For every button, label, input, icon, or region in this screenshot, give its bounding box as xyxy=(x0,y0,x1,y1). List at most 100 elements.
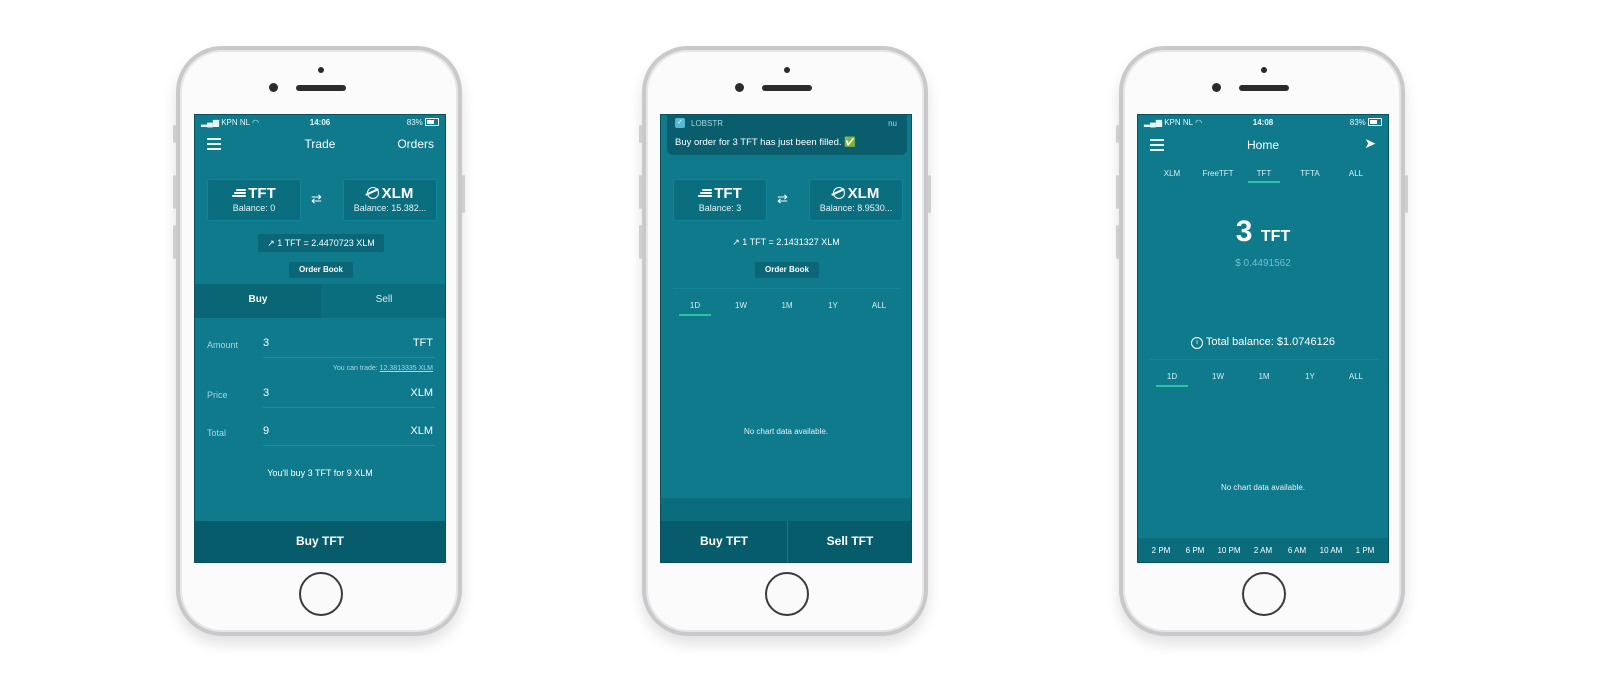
from-currency-card[interactable]: TFT Balance: 3 xyxy=(673,179,767,221)
period-1w[interactable]: 1W xyxy=(1198,372,1238,381)
active-asset-indicator xyxy=(1248,181,1280,183)
home-button[interactable] xyxy=(765,572,809,616)
from-balance: Balance: 0 xyxy=(232,203,276,213)
swap-icon[interactable]: ⇄ xyxy=(311,191,322,207)
camera-dot xyxy=(1261,67,1267,73)
time-label: 6 AM xyxy=(1287,546,1307,555)
from-balance: Balance: 3 xyxy=(698,203,742,213)
period-1d[interactable]: 1D xyxy=(1152,372,1192,381)
home-button[interactable] xyxy=(299,572,343,616)
exchange-rate: ↗ 1 TFT = 2.1431327 XLM xyxy=(661,237,911,248)
to-currency: XLM xyxy=(381,185,414,202)
xlm-logo-icon xyxy=(832,187,845,199)
tab-buy[interactable]: Buy xyxy=(195,284,321,318)
notification-time: nu xyxy=(888,119,897,128)
tft-logo-icon xyxy=(698,188,713,198)
balance-unit: TFT xyxy=(1260,228,1291,245)
push-notification[interactable]: ✓ LOBSTR nu Buy order for 3 TFT has just… xyxy=(667,115,907,155)
price-input[interactable]: 3 xyxy=(263,387,269,399)
time-label: 2 AM xyxy=(1253,546,1273,555)
total-unit: XLM xyxy=(410,425,433,437)
period-all[interactable]: ALL xyxy=(1336,372,1376,381)
active-period-indicator xyxy=(1156,385,1188,387)
balance-usd: $ 0.4491562 xyxy=(1235,258,1291,269)
battery-icon xyxy=(425,118,439,126)
camera-dot xyxy=(318,67,324,73)
rate-text: 1 TFT = 2.4470723 XLM xyxy=(277,238,375,248)
trend-icon: ↗ xyxy=(732,237,740,247)
orders-link[interactable]: Orders xyxy=(397,137,434,151)
earpiece-speaker xyxy=(296,85,346,91)
asset-tab-all[interactable]: ALL xyxy=(1336,169,1376,178)
tab-sell-label: Sell xyxy=(375,294,393,305)
tab-sell[interactable]: Sell xyxy=(321,284,445,318)
xlm-logo-icon xyxy=(366,187,379,199)
to-currency-card[interactable]: XLM Balance: 8.9530... xyxy=(809,179,903,221)
amount-input[interactable]: 3 xyxy=(263,337,269,349)
period-1w[interactable]: 1W xyxy=(721,301,761,310)
total-balance: i Total balance: $1.0746126 xyxy=(1138,336,1388,349)
camera-dot xyxy=(784,67,790,73)
can-trade-value-link[interactable]: 12.3813335 XLM xyxy=(380,365,433,372)
front-camera xyxy=(1212,83,1221,92)
can-trade-label: You can trade: xyxy=(332,365,378,372)
home-screen: ▂▄▆ KPN NL ◠ 14:08 83% Home ➤ XLM FreeTF… xyxy=(1137,114,1389,563)
asset-tab-xlm[interactable]: XLM xyxy=(1152,169,1192,178)
phone-frame-home: ▂▄▆ KPN NL ◠ 14:08 83% Home ➤ XLM FreeTF… xyxy=(1116,46,1408,636)
buy-tft-button[interactable]: Buy TFT xyxy=(661,534,787,548)
order-summary: You'll buy 3 TFT for 9 XLM xyxy=(267,468,373,478)
time-label: 6 PM xyxy=(1185,546,1205,555)
asset-tab-freetft[interactable]: FreeTFT xyxy=(1198,169,1238,178)
time-label: 1 PM xyxy=(1355,546,1375,555)
send-icon[interactable]: ➤ xyxy=(1364,135,1376,152)
from-currency-card[interactable]: TFT Balance: 0 xyxy=(207,179,301,221)
sell-tft-button[interactable]: Sell TFT xyxy=(787,534,911,548)
status-bar: ▂▄▆ KPN NL ◠ 14:08 83% xyxy=(1138,115,1388,129)
buy-button-bar[interactable]: Buy TFT xyxy=(195,521,445,562)
total-input[interactable]: 9 xyxy=(263,425,269,437)
status-bar: ▂▄▆ KPN NL ◠ 14:06 83% xyxy=(195,115,445,129)
info-icon[interactable]: i xyxy=(1191,337,1204,349)
to-balance: Balance: 8.9530... xyxy=(819,203,893,213)
home-button[interactable] xyxy=(1242,572,1286,616)
period-1m[interactable]: 1M xyxy=(1244,372,1284,381)
price-unit: XLM xyxy=(410,387,433,399)
time-label: 10 AM xyxy=(1319,546,1343,555)
to-currency: XLM xyxy=(847,185,880,202)
rate-text: 1 TFT = 2.1431327 XLM xyxy=(742,237,840,247)
buy-tft-button[interactable]: Buy TFT xyxy=(195,534,445,548)
period-1y[interactable]: 1Y xyxy=(1290,372,1330,381)
swap-icon[interactable]: ⇄ xyxy=(777,191,788,207)
lobstr-app-icon: ✓ xyxy=(675,118,685,128)
period-1y[interactable]: 1Y xyxy=(813,301,853,310)
amount-underline xyxy=(263,357,435,358)
order-book-button[interactable]: Order Book xyxy=(289,262,353,278)
period-1d[interactable]: 1D xyxy=(675,301,715,310)
price-label: Price xyxy=(207,390,228,400)
period-all[interactable]: ALL xyxy=(859,301,899,310)
price-underline xyxy=(263,407,435,408)
from-currency: TFT xyxy=(714,185,742,202)
asset-tab-tfta[interactable]: TFTA xyxy=(1290,169,1330,178)
phone-frame-order-filled: ✓ LOBSTR nu Buy order for 3 TFT has just… xyxy=(639,46,931,636)
amount-unit: TFT xyxy=(412,337,433,349)
to-currency-card[interactable]: XLM Balance: 15.382... xyxy=(343,179,437,221)
battery-icon xyxy=(1368,118,1382,126)
exchange-rate: ↗ 1 TFT = 2.4470723 XLM xyxy=(258,234,384,252)
asset-tab-tft[interactable]: TFT xyxy=(1244,169,1284,178)
amount-label: Amount xyxy=(207,340,239,350)
front-camera xyxy=(269,83,278,92)
earpiece-speaker xyxy=(762,85,812,91)
to-balance: Balance: 15.382... xyxy=(353,203,427,213)
action-button-bar: Buy TFT Sell TFT xyxy=(661,521,911,562)
time-label: 10 PM xyxy=(1217,546,1241,555)
no-chart-data: No chart data available. xyxy=(1220,483,1306,492)
total-underline xyxy=(263,445,435,446)
period-1m[interactable]: 1M xyxy=(767,301,807,310)
tft-logo-icon xyxy=(232,188,247,198)
bottom-strip xyxy=(661,498,911,523)
order-book-button[interactable]: Order Book xyxy=(755,262,819,278)
total-label: Total xyxy=(207,428,227,438)
page-title: Home xyxy=(1246,138,1279,152)
battery-percent: 83% xyxy=(406,118,423,127)
